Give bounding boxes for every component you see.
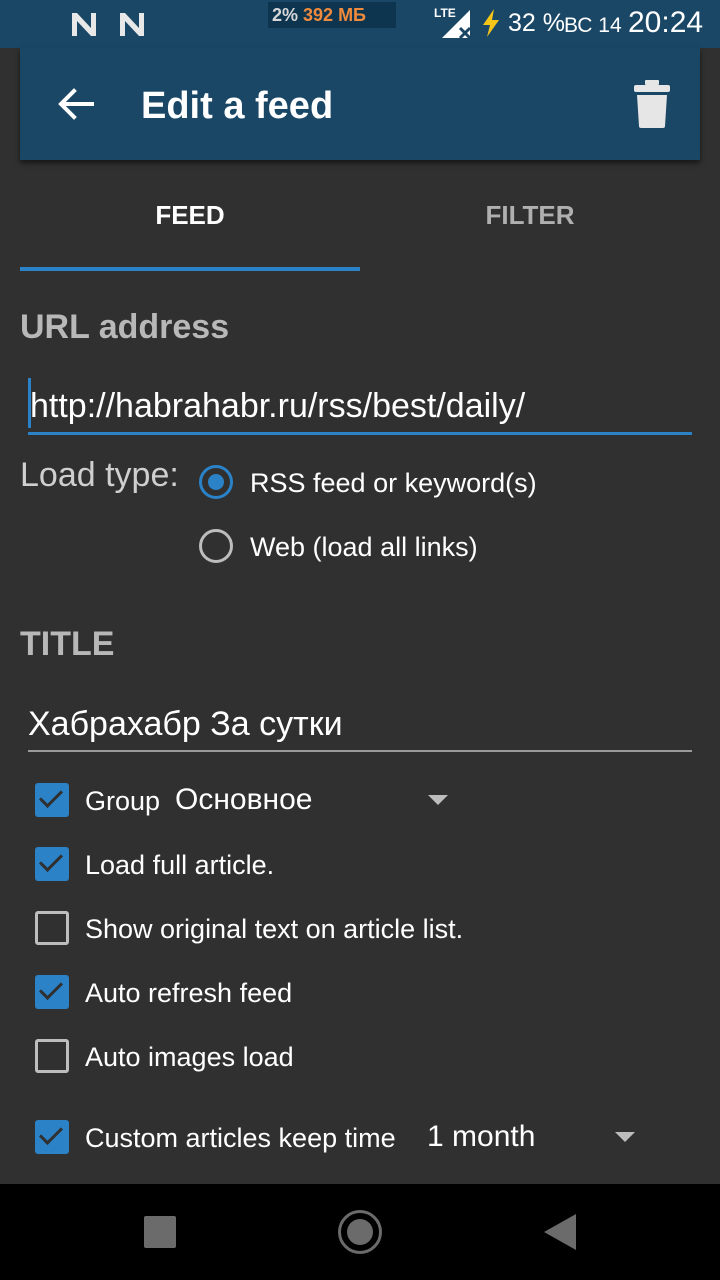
app-bar: Edit a feed bbox=[20, 48, 700, 160]
signal-icon bbox=[442, 10, 472, 40]
page-title: Edit a feed bbox=[141, 85, 334, 127]
tab-indicator bbox=[20, 267, 360, 271]
load-full-article-checkbox[interactable] bbox=[35, 847, 69, 881]
tab-feed[interactable]: FEED bbox=[20, 200, 360, 231]
group-checkbox[interactable] bbox=[35, 783, 69, 817]
group-dropdown-value[interactable]: Основное bbox=[175, 783, 312, 817]
title-value: Хабрахабр За сутки bbox=[28, 705, 343, 743]
url-heading: URL address bbox=[20, 308, 230, 346]
keep-time-dropdown-value[interactable]: 1 month bbox=[427, 1120, 535, 1154]
n-icon bbox=[120, 13, 144, 36]
auto-images-checkbox[interactable] bbox=[35, 1039, 69, 1073]
show-original-text-checkbox[interactable] bbox=[35, 911, 69, 945]
auto-images-label[interactable]: Auto images load bbox=[85, 1042, 294, 1073]
load-type-label: Load type: bbox=[20, 456, 179, 494]
trash-icon[interactable] bbox=[632, 78, 672, 130]
tab-filter[interactable]: FILTER bbox=[360, 200, 700, 231]
status-day: ВС 14 bbox=[564, 14, 622, 37]
memory-size: 392 МБ bbox=[303, 5, 366, 25]
battery-level: 32 % bbox=[508, 9, 565, 37]
load-full-article-label[interactable]: Load full article. bbox=[85, 850, 274, 881]
radio-web[interactable] bbox=[199, 529, 233, 563]
keep-time-label: Custom articles keep time bbox=[85, 1123, 396, 1153]
status-time: 20:24 bbox=[628, 6, 704, 39]
radio-rss[interactable] bbox=[199, 465, 233, 499]
chevron-down-icon[interactable] bbox=[615, 1132, 635, 1142]
show-original-text-label[interactable]: Show original text on article list. bbox=[85, 914, 463, 945]
group-label: Group bbox=[85, 786, 161, 816]
recents-icon[interactable] bbox=[144, 1216, 176, 1248]
title-heading: TITLE bbox=[20, 625, 115, 663]
url-input[interactable]: http://habrahabr.ru/rss/best/daily/ bbox=[28, 378, 692, 435]
keep-time-checkbox[interactable] bbox=[35, 1120, 69, 1154]
navigation-bar bbox=[0, 1184, 720, 1280]
radio-rss-label[interactable]: RSS feed or keyword(s) bbox=[250, 468, 537, 499]
memory-percent: 2% bbox=[272, 5, 299, 25]
status-bar: 2% 392 МБ LTE 32 % ВС 14 20:24 bbox=[0, 0, 720, 48]
url-value: http://habrahabr.ru/rss/best/daily/ bbox=[30, 387, 526, 425]
auto-refresh-checkbox[interactable] bbox=[35, 975, 69, 1009]
back-icon[interactable] bbox=[544, 1214, 576, 1250]
chevron-down-icon[interactable] bbox=[428, 795, 448, 805]
auto-refresh-label[interactable]: Auto refresh feed bbox=[85, 978, 292, 1009]
charging-icon bbox=[483, 9, 499, 37]
radio-web-label[interactable]: Web (load all links) bbox=[250, 532, 478, 563]
arrow-back-icon[interactable] bbox=[56, 84, 96, 124]
memory-indicator: 2% 392 МБ bbox=[268, 2, 396, 28]
n-icon bbox=[72, 13, 96, 36]
title-input[interactable]: Хабрахабр За сутки bbox=[28, 702, 692, 752]
home-icon[interactable] bbox=[338, 1210, 382, 1254]
text-cursor bbox=[28, 378, 31, 428]
